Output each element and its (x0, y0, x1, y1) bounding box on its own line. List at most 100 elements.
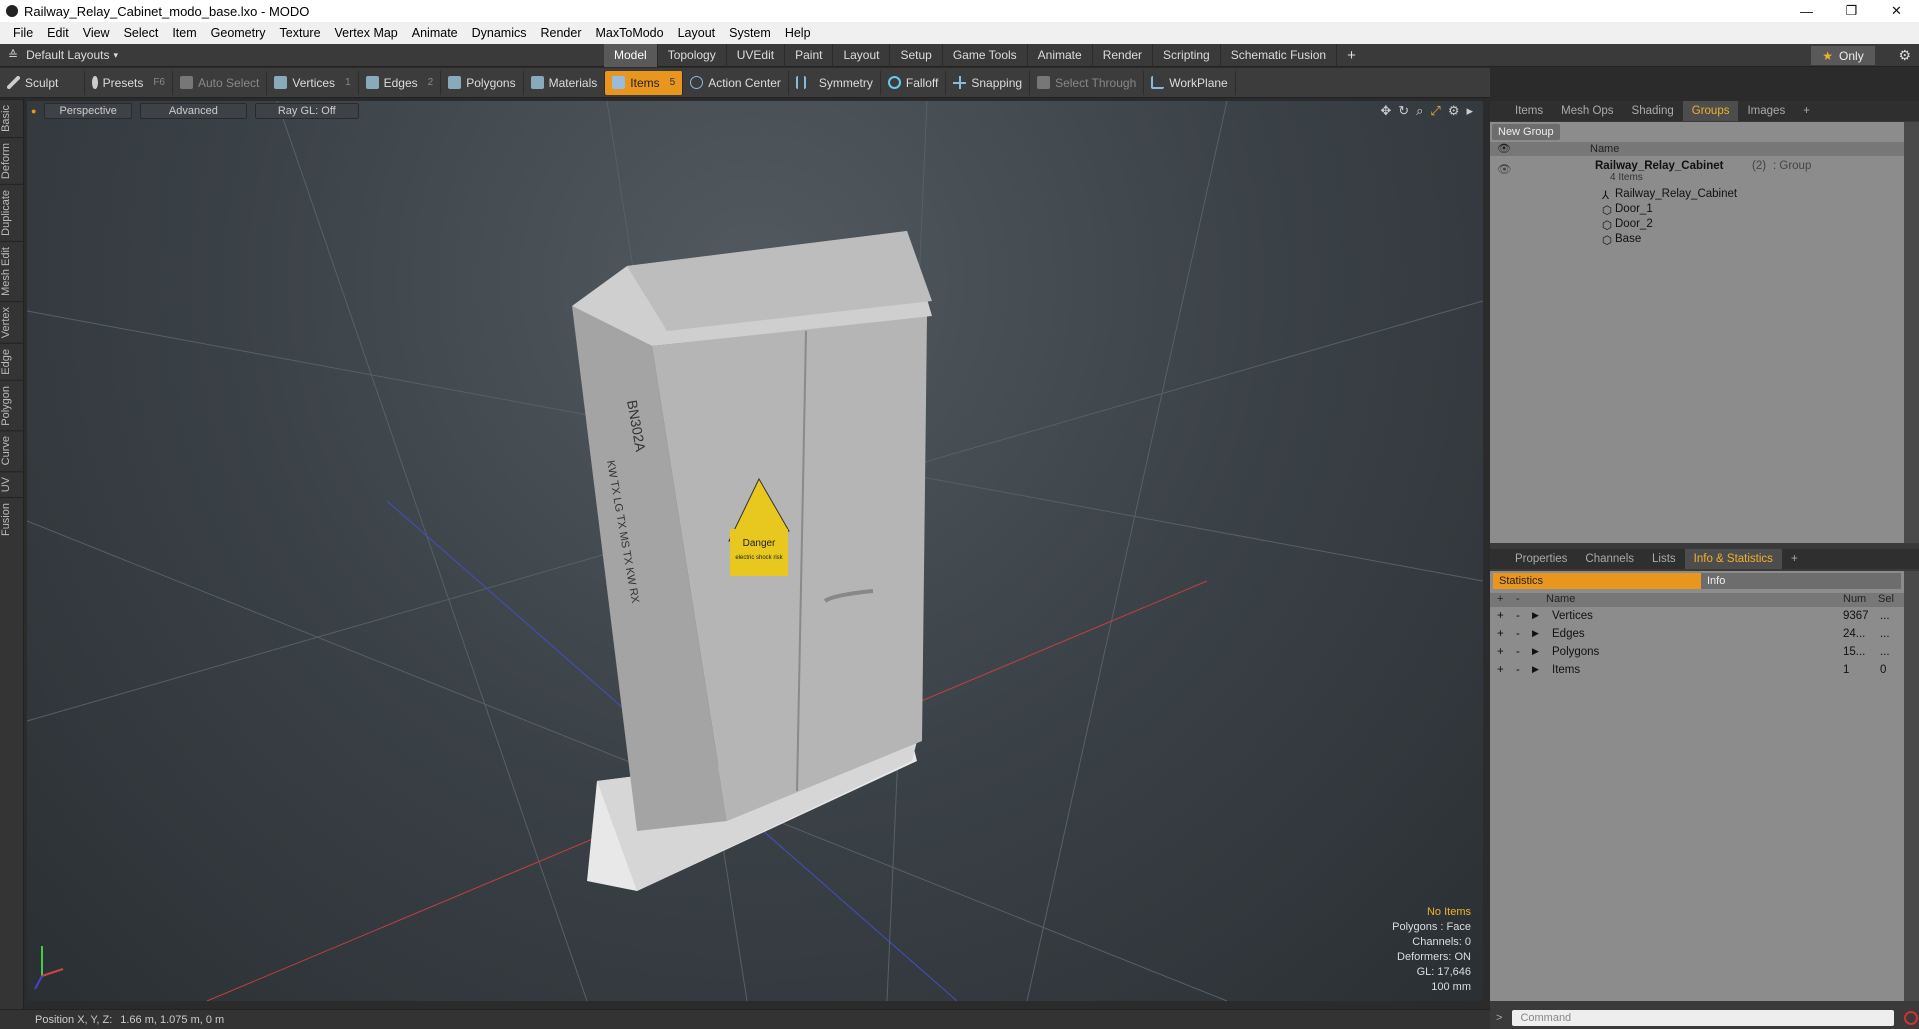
expand-arrow-icon[interactable]: ▶ (1532, 664, 1539, 675)
tab-layout[interactable]: Layout (833, 44, 891, 67)
row-remove-button[interactable]: - (1516, 628, 1520, 640)
3d-viewport[interactable]: Danger electric shock risk BN302A KW TX … (27, 101, 1483, 1001)
action-center-button[interactable]: Action Center (683, 70, 789, 95)
table-row[interactable]: + - ▶ Polygons 15... ... (1490, 646, 1904, 664)
tab-uvedit[interactable]: UVEdit (727, 44, 786, 67)
materials-button[interactable]: Materials (524, 70, 606, 95)
menu-animate[interactable]: Animate (405, 26, 465, 40)
tab-mesh-edit[interactable]: Mesh Edit (0, 240, 24, 301)
presets-button[interactable]: Presets F6 (85, 70, 173, 95)
info-tab[interactable]: Info (1701, 573, 1901, 589)
menu-geometry[interactable]: Geometry (204, 26, 273, 40)
viewport-menu-dot[interactable]: ● (31, 106, 36, 116)
expand-arrow-icon[interactable]: ▶ (1532, 646, 1539, 657)
tab-properties[interactable]: Properties (1506, 549, 1576, 569)
tree-item[interactable]: ⬡ Base (1490, 231, 1904, 249)
tab-fusion[interactable]: Fusion (0, 497, 24, 542)
tab-game-tools[interactable]: Game Tools (943, 44, 1028, 67)
menu-system[interactable]: System (722, 26, 778, 40)
tab-mesh-ops[interactable]: Mesh Ops (1552, 101, 1622, 121)
vertices-button[interactable]: Vertices 1 (267, 70, 359, 95)
row-add-button[interactable]: + (1497, 646, 1504, 658)
menu-help[interactable]: Help (778, 26, 818, 40)
tab-scripting[interactable]: Scripting (1153, 44, 1221, 67)
new-group-button[interactable]: New Group (1492, 124, 1560, 140)
row-remove-button[interactable]: - (1516, 646, 1520, 658)
tab-groups[interactable]: Groups (1682, 101, 1739, 121)
row-remove-button[interactable]: - (1516, 610, 1520, 622)
tab-edge[interactable]: Edge (0, 342, 24, 380)
table-row[interactable]: + - ▶ Items 1 0 (1490, 664, 1904, 682)
gear-icon[interactable]: ⚙ (1898, 47, 1911, 64)
tab-channels[interactable]: Channels (1576, 549, 1643, 569)
expand-all-header[interactable]: + (1497, 593, 1503, 605)
group-row[interactable]: 👁 Railway_Relay_Cabinet (2) : Group 4 It… (1490, 158, 1904, 184)
expand-arrow-icon[interactable]: ▶ (1532, 628, 1539, 639)
row-add-button[interactable]: + (1497, 628, 1504, 640)
menu-vertex-map[interactable]: Vertex Map (328, 26, 405, 40)
orbit-icon[interactable]: ↻ (1398, 103, 1409, 119)
symmetry-button[interactable]: Symmetry (789, 70, 881, 95)
perspective-button[interactable]: Perspective (44, 103, 132, 119)
only-button[interactable]: ★ Only (1811, 46, 1875, 65)
expand-right-icon[interactable]: ▸ (1466, 103, 1473, 119)
edges-button[interactable]: Edges 2 (359, 70, 442, 95)
tab-images[interactable]: Images (1738, 101, 1794, 121)
menu-edit[interactable]: Edit (40, 26, 76, 40)
collapse-all-header[interactable]: - (1516, 593, 1520, 605)
tab-duplicate[interactable]: Duplicate (0, 183, 24, 241)
sculpt-button[interactable]: Sculpt (0, 70, 85, 95)
tab-info-statistics[interactable]: Info & Statistics (1684, 549, 1782, 569)
tab-uv[interactable]: UV (0, 470, 24, 498)
add-panel-tab-button[interactable]: + (1794, 101, 1819, 121)
tab-vertex[interactable]: Vertex (0, 300, 24, 343)
cabinet-model[interactable]: Danger electric shock risk BN302A KW TX … (572, 231, 932, 891)
record-macro-icon[interactable] (1904, 1011, 1919, 1025)
table-row[interactable]: + - ▶ Edges 24... ... (1490, 628, 1904, 646)
menu-texture[interactable]: Texture (273, 26, 328, 40)
select-through-button[interactable]: Select Through (1030, 70, 1145, 95)
layout-selector[interactable]: ≙ Default Layouts ▾ (8, 48, 118, 62)
advanced-shading-button[interactable]: Advanced (139, 103, 247, 119)
row-add-button[interactable]: + (1497, 610, 1504, 622)
menu-select[interactable]: Select (117, 26, 166, 40)
statistics-tab[interactable]: Statistics (1493, 573, 1701, 589)
tab-schematic-fusion[interactable]: Schematic Fusion (1221, 44, 1338, 67)
tab-model[interactable]: Model (604, 44, 658, 67)
tab-lists[interactable]: Lists (1643, 549, 1685, 569)
maximize-button[interactable]: ❐ (1829, 0, 1874, 22)
tab-basic[interactable]: Basic (0, 99, 24, 137)
menu-dynamics[interactable]: Dynamics (465, 26, 534, 40)
items-button[interactable]: Items 5 (605, 70, 684, 95)
pan-icon[interactable]: ✥ (1380, 103, 1391, 119)
tab-setup[interactable]: Setup (890, 44, 943, 67)
tab-items[interactable]: Items (1506, 101, 1552, 121)
viewport-gear-icon[interactable]: ⚙ (1448, 103, 1460, 119)
add-panel-tab-button[interactable]: + (1782, 549, 1807, 569)
snapping-button[interactable]: Snapping (946, 70, 1031, 95)
tab-topology[interactable]: Topology (658, 44, 727, 67)
table-row[interactable]: + - ▶ Vertices 9367 ... (1490, 610, 1904, 628)
minimize-button[interactable]: — (1784, 0, 1829, 22)
tab-render[interactable]: Render (1093, 44, 1154, 67)
row-remove-button[interactable]: - (1516, 664, 1520, 676)
menu-item[interactable]: Item (165, 26, 203, 40)
raygl-button[interactable]: Ray GL: Off (254, 103, 359, 119)
tab-deform[interactable]: Deform (0, 136, 24, 184)
workplane-button[interactable]: WorkPlane (1144, 70, 1236, 95)
row-add-button[interactable]: + (1497, 664, 1504, 676)
falloff-button[interactable]: Falloff (881, 70, 947, 95)
tab-animate[interactable]: Animate (1028, 44, 1093, 67)
tab-polygon[interactable]: Polygon (0, 379, 24, 431)
statistics-scrollbar[interactable] (1904, 571, 1919, 1001)
command-input[interactable]: Command (1512, 1010, 1895, 1026)
menu-render[interactable]: Render (534, 26, 589, 40)
menu-file[interactable]: File (6, 26, 40, 40)
zoom-icon[interactable]: ⌕ (1416, 103, 1423, 119)
expand-arrow-icon[interactable]: ▶ (1532, 610, 1539, 621)
polygons-button[interactable]: Polygons (441, 70, 524, 95)
groups-scrollbar[interactable] (1904, 122, 1919, 543)
menu-layout[interactable]: Layout (671, 26, 723, 40)
tab-paint[interactable]: Paint (785, 44, 834, 67)
menu-maxtomodo[interactable]: MaxToModo (589, 26, 671, 40)
